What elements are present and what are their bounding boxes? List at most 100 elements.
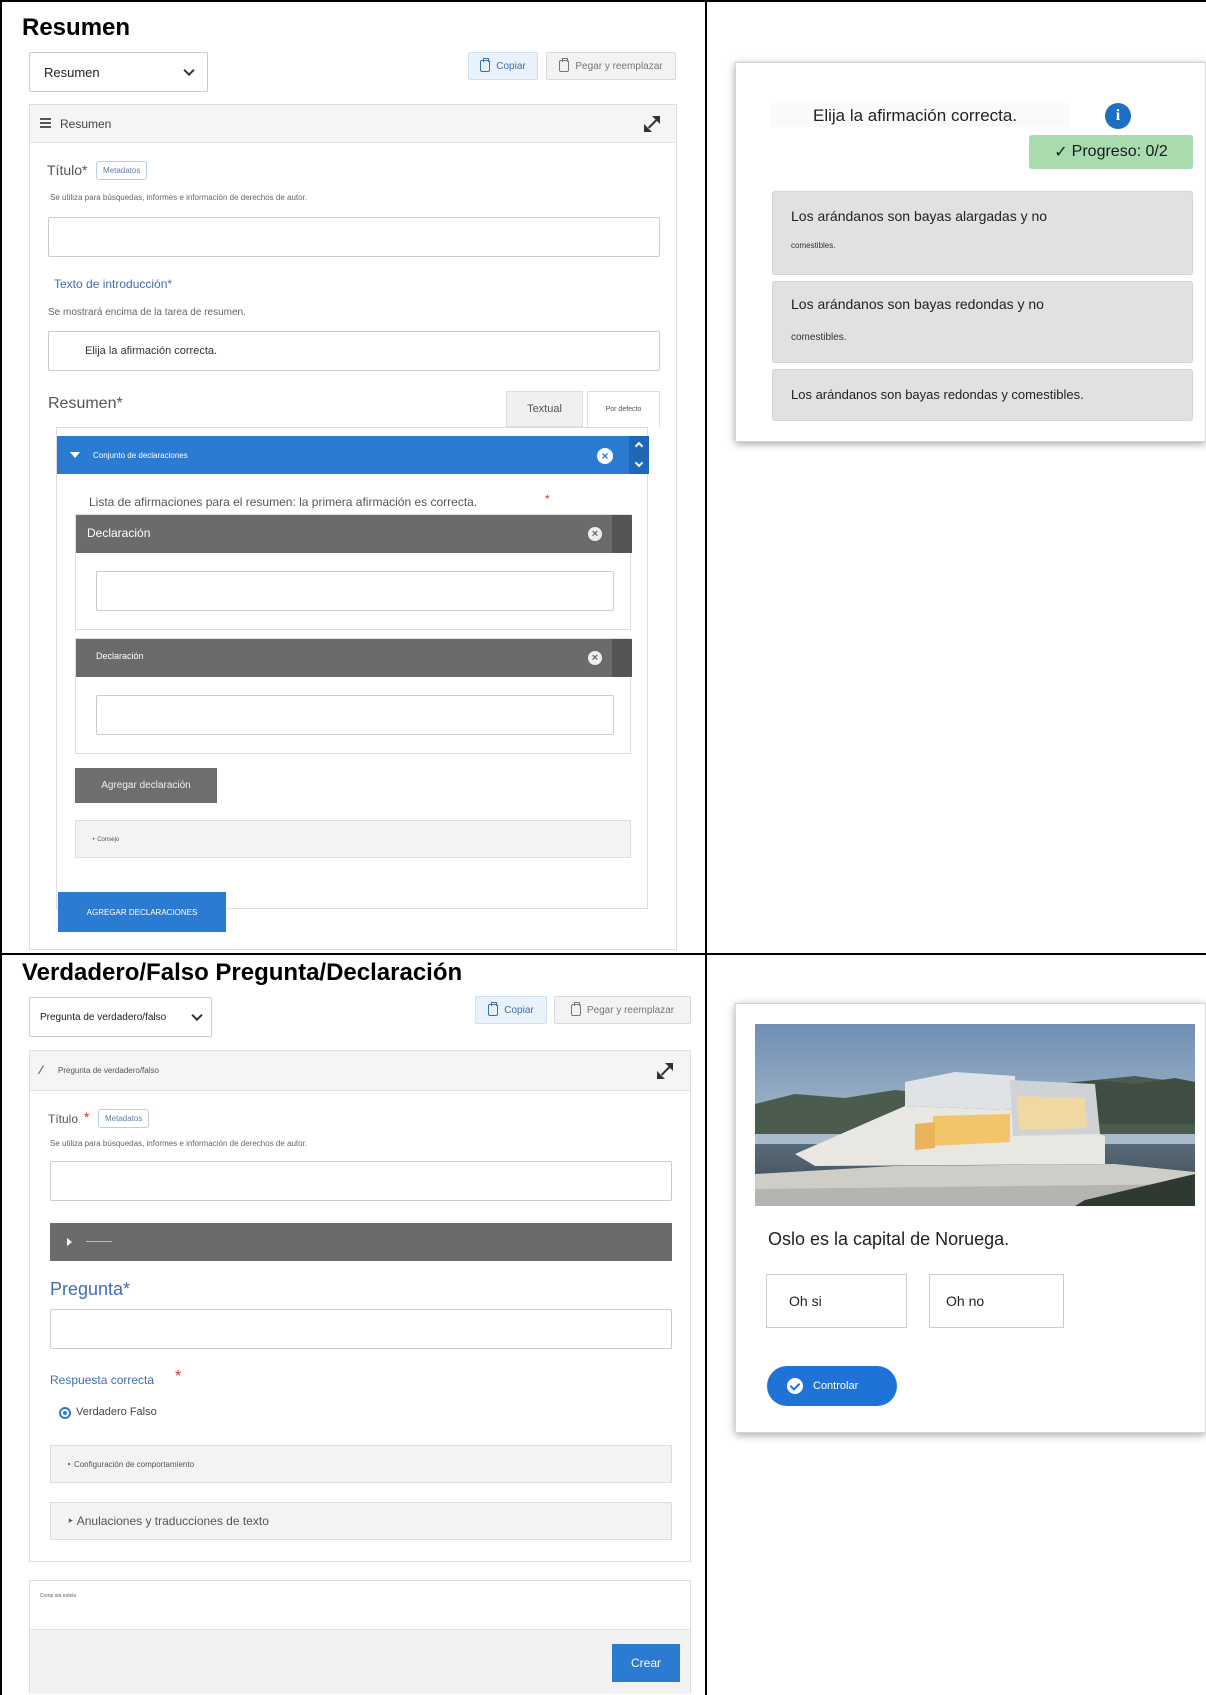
- panel-header: Resumen: [30, 105, 676, 143]
- statement-1: Declaración ×: [75, 514, 632, 630]
- statement-1-header[interactable]: Declaración ×: [76, 515, 632, 553]
- statement-set-header[interactable]: Conjunto de declaraciones ×: [57, 436, 649, 474]
- radio-options-label: Verdadero Falso: [76, 1406, 157, 1418]
- required-asterisk: *: [84, 1109, 90, 1125]
- media-label-line: [86, 1241, 112, 1242]
- content-type-select-2[interactable]: Pregunta de verdadero/falso: [29, 997, 212, 1037]
- copy-button-2[interactable]: Copiar: [475, 996, 547, 1024]
- add-statement-label: Agregar declaración: [101, 780, 191, 791]
- tip-label: ‣ Consejo: [92, 836, 120, 843]
- panel-header-2: ⁄ Pregunta de verdadero/falso: [30, 1051, 690, 1091]
- title-label: Título*: [47, 162, 88, 178]
- media-collapsible[interactable]: [50, 1223, 672, 1261]
- title-input-2[interactable]: [50, 1161, 672, 1201]
- tip-collapsible[interactable]: ‣ Consejo: [75, 820, 631, 858]
- true-button-label: Oh si: [789, 1293, 822, 1309]
- statement-set-label: Conjunto de declaraciones: [93, 451, 188, 460]
- behaviour-settings-label: ‣ Configuración de comportamiento: [67, 1459, 195, 1469]
- correct-answer-label: Respuesta correcta: [50, 1373, 155, 1387]
- title-help-text-2: Se utiliza para búsquedas, informes e in…: [50, 1139, 308, 1148]
- caret-right-icon: [67, 1238, 72, 1246]
- radio-true[interactable]: [59, 1407, 71, 1419]
- caret-down-icon: [70, 452, 80, 458]
- table-border-top: [0, 0, 1206, 2]
- intro-text-label: Texto de introducción*: [54, 277, 173, 291]
- drag-handle-icon[interactable]: [612, 639, 632, 677]
- opera-house-photo: [755, 1024, 1195, 1206]
- tab-textual-label: Textual: [527, 403, 562, 415]
- question-input[interactable]: [50, 1309, 672, 1349]
- check-icon: ✓: [1054, 144, 1068, 161]
- metadata-button-2[interactable]: Metadatos: [98, 1109, 150, 1128]
- intro-text-value: Elija la afirmación correcta.: [85, 345, 218, 357]
- metadata-button[interactable]: Metadatos: [96, 161, 148, 180]
- create-button-label: Crear: [630, 1656, 661, 1670]
- title-help-text: Se utiliza para búsquedas, informes e in…: [50, 193, 308, 202]
- check-circle-icon: [787, 1378, 803, 1394]
- reorder-icon[interactable]: [629, 436, 649, 474]
- footer-bar: [30, 1629, 690, 1694]
- answer-option-1[interactable]: Los arándanos son bayas alargadas y no c…: [772, 191, 1193, 275]
- expand-icon[interactable]: [644, 116, 660, 132]
- required-asterisk: *: [175, 1368, 182, 1385]
- info-icon[interactable]: i: [1105, 103, 1131, 129]
- table-border-left: [0, 0, 2, 1695]
- behaviour-settings-collapsible[interactable]: ‣ Configuración de comportamiento: [50, 1445, 672, 1483]
- chevron-down-icon: [183, 64, 195, 77]
- copy-button-2-label: Copiar: [504, 1004, 534, 1016]
- progress-badge: ✓ Progreso: 0/2: [1029, 135, 1193, 169]
- check-button-label: Controlar: [813, 1380, 859, 1392]
- progress-text: Progreso: 0/2: [1071, 143, 1168, 160]
- answer-option-2[interactable]: Los arándanos son bayas redondas y no co…: [772, 281, 1193, 363]
- remove-icon[interactable]: ×: [588, 651, 602, 665]
- tab-textual[interactable]: Textual: [506, 391, 583, 427]
- list-icon: [40, 118, 51, 128]
- drag-handle-icon[interactable]: [612, 515, 632, 553]
- section-title-true-false: Verdadero/Falso Pregunta/Declaración: [22, 959, 463, 986]
- statement-2-input[interactable]: [96, 695, 614, 735]
- question-label: Pregunta*: [50, 1279, 131, 1299]
- statements-list-label: Lista de afirmaciones para el resumen: l…: [89, 495, 478, 509]
- answer-option-2-line1: Los arándanos son bayas redondas y no: [791, 296, 1044, 312]
- paste-replace-button-2[interactable]: Pegar y reemplazar: [554, 996, 691, 1024]
- answer-option-1-line1: Los arándanos son bayas alargadas y no: [791, 208, 1048, 224]
- true-button[interactable]: Oh si: [766, 1274, 907, 1328]
- false-button[interactable]: Oh no: [929, 1274, 1064, 1328]
- true-false-icon: ⁄: [40, 1063, 43, 1077]
- copy-button[interactable]: Copiar: [468, 52, 538, 80]
- add-statement-button[interactable]: Agregar declaración: [75, 768, 217, 803]
- preview-instruction: Elija la afirmación correcta.: [813, 106, 1018, 125]
- false-button-label: Oh no: [946, 1293, 985, 1309]
- summary-label: Resumen*: [48, 395, 123, 412]
- tab-default[interactable]: Por defecto: [587, 391, 660, 427]
- title-input[interactable]: [48, 217, 660, 257]
- add-statements-button[interactable]: AGREGAR DECLARACIONES: [58, 892, 226, 932]
- remove-icon[interactable]: ×: [597, 448, 613, 464]
- footer-small-text: Comp ala estela: [40, 1593, 77, 1599]
- panel-title-2: Pregunta de verdadero/falso: [58, 1066, 159, 1075]
- content-type-select-value: Resumen: [44, 64, 100, 80]
- content-type-select[interactable]: Resumen: [29, 52, 208, 92]
- clipboard-icon: [570, 1002, 581, 1016]
- expand-icon[interactable]: [657, 1063, 673, 1079]
- overrides-collapsible[interactable]: ‣ Anulaciones y traducciones de texto: [50, 1502, 672, 1540]
- remove-icon[interactable]: ×: [588, 527, 602, 541]
- check-answer-button[interactable]: Controlar: [767, 1366, 897, 1406]
- statement-2-header[interactable]: Declaración ×: [76, 639, 632, 677]
- preview-question: Oslo es la capital de Noruega.: [768, 1229, 1010, 1249]
- answer-option-3-line1: Los arándanos son bayas redondas y comes…: [791, 387, 1084, 402]
- editor-footer: Comp ala estela Crear: [29, 1580, 691, 1694]
- answer-option-2-line2: comestibles.: [791, 332, 847, 343]
- add-statements-label: AGREGAR DECLARACIONES: [86, 907, 198, 917]
- overrides-label: ‣ Anulaciones y traducciones de texto: [67, 1514, 269, 1528]
- intro-help-text: Se mostrará encima de la tarea de resume…: [48, 307, 246, 318]
- intro-text-input[interactable]: Elija la afirmación correcta.: [48, 331, 660, 371]
- answer-option-3[interactable]: Los arándanos son bayas redondas y comes…: [772, 369, 1193, 421]
- paste-replace-button[interactable]: Pegar y reemplazar: [546, 52, 676, 80]
- create-button[interactable]: Crear: [612, 1644, 680, 1682]
- true-false-editor-panel: ⁄ Pregunta de verdadero/falso Título * M…: [29, 1050, 691, 1562]
- tab-default-label: Por defecto: [605, 406, 642, 413]
- clipboard-icon: [480, 58, 491, 72]
- statement-1-input[interactable]: [96, 571, 614, 611]
- required-asterisk: *: [545, 492, 550, 506]
